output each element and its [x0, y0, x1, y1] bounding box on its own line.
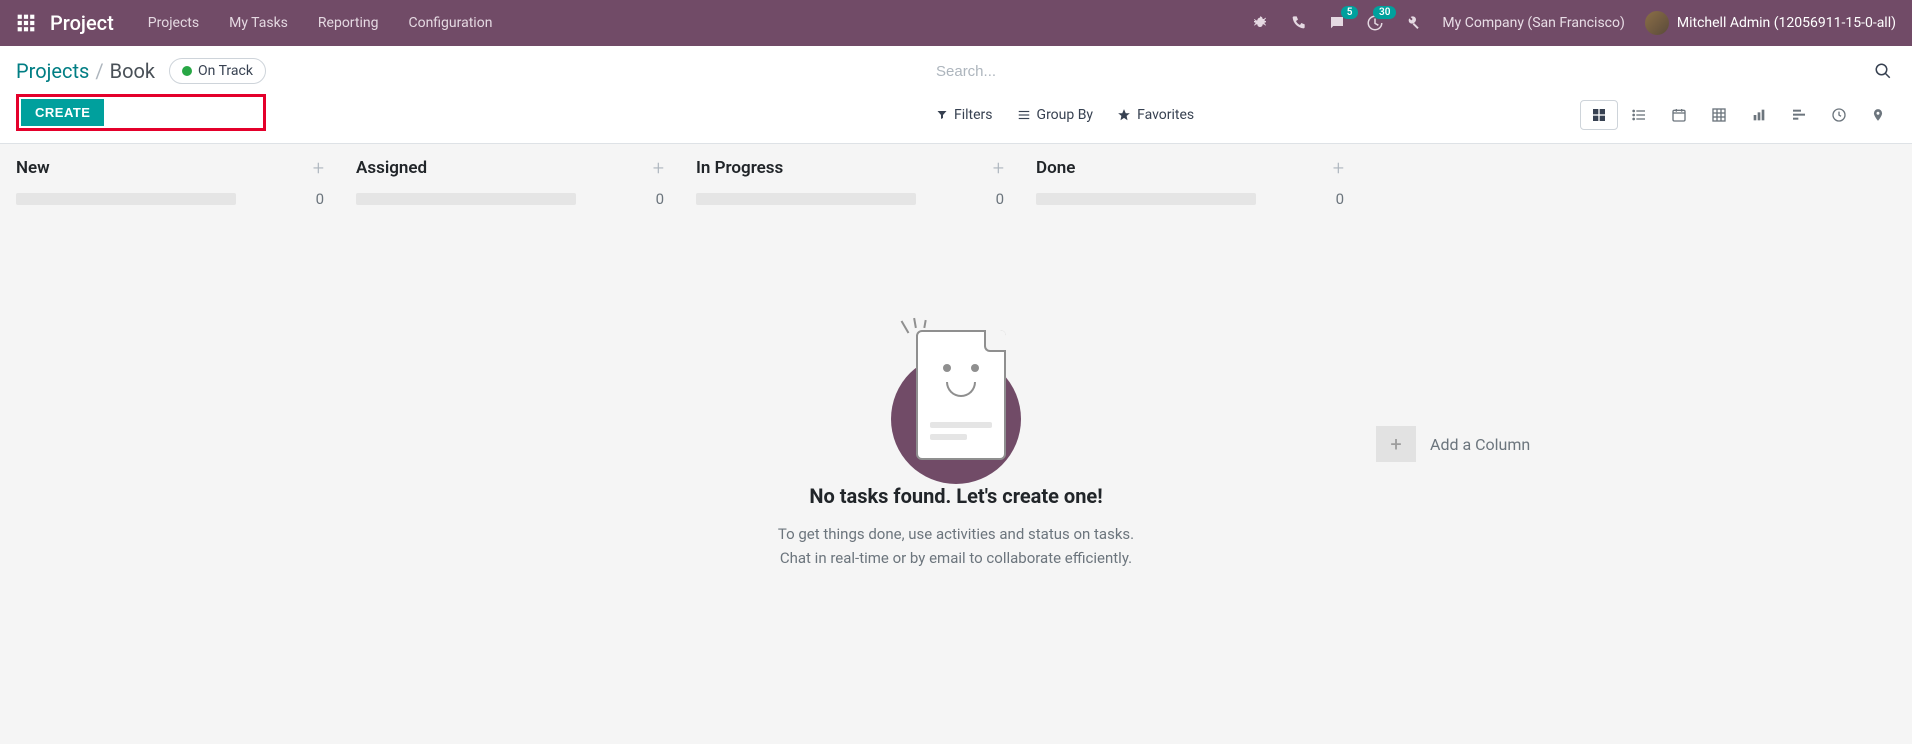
column-add-icon[interactable]: + — [653, 156, 664, 180]
phone-icon[interactable] — [1290, 14, 1308, 32]
messages-icon[interactable]: 5 — [1328, 14, 1346, 32]
create-highlight: CREATE — [16, 94, 266, 131]
column-count: 0 — [656, 190, 664, 208]
search-icon[interactable] — [1870, 58, 1896, 84]
add-column: + Add a Column — [1360, 144, 1546, 744]
empty-desc-2: Chat in real-time or by email to collabo… — [656, 546, 1256, 570]
create-button[interactable]: CREATE — [21, 99, 104, 126]
status-dot-icon — [182, 66, 192, 76]
activities-badge: 30 — [1373, 6, 1396, 19]
company-selector[interactable]: My Company (San Francisco) — [1442, 15, 1624, 31]
breadcrumb-parent[interactable]: Projects — [16, 59, 89, 83]
empty-state: No tasks found. Let's create one! To get… — [656, 324, 1256, 570]
favorites-label: Favorites — [1137, 107, 1194, 123]
map-pin-icon — [1871, 107, 1885, 123]
navbar-right: 5 30 My Company (San Francisco) Mitchell… — [1252, 11, 1896, 35]
nav-item-my-tasks[interactable]: My Tasks — [229, 15, 288, 31]
pivot-icon — [1711, 107, 1727, 123]
column-title[interactable]: New — [16, 158, 50, 178]
nav-item-projects[interactable]: Projects — [148, 15, 199, 31]
add-column-label[interactable]: Add a Column — [1430, 435, 1530, 454]
tools-icon[interactable] — [1404, 14, 1422, 32]
graph-icon — [1751, 107, 1767, 123]
column-progress-bar — [1036, 193, 1256, 205]
view-switcher — [1580, 100, 1896, 130]
calendar-icon — [1671, 107, 1687, 123]
star-icon — [1117, 108, 1131, 122]
column-count: 0 — [996, 190, 1004, 208]
view-activity[interactable] — [1820, 100, 1858, 130]
empty-title: No tasks found. Let's create one! — [656, 484, 1256, 508]
activities-icon[interactable]: 30 — [1366, 14, 1384, 32]
view-list[interactable] — [1620, 100, 1658, 130]
control-panel: Projects / Book On Track CREATE — [0, 46, 1912, 144]
view-gantt[interactable] — [1780, 100, 1818, 130]
bug-icon[interactable] — [1252, 14, 1270, 32]
kanban-board: New + 0 Assigned + 0 In Progress + 0 Don… — [0, 144, 1912, 744]
column-title[interactable]: Assigned — [356, 158, 427, 178]
kanban-column-new: New + 0 — [0, 144, 340, 744]
messages-badge: 5 — [1341, 6, 1359, 19]
column-title[interactable]: In Progress — [696, 158, 783, 178]
view-pivot[interactable] — [1700, 100, 1738, 130]
list-icon — [1017, 108, 1031, 122]
empty-illustration — [886, 324, 1026, 464]
search-input[interactable] — [936, 59, 1870, 84]
avatar — [1645, 11, 1669, 35]
empty-desc-1: To get things done, use activities and s… — [656, 522, 1256, 546]
view-calendar[interactable] — [1660, 100, 1698, 130]
user-menu[interactable]: Mitchell Admin (12056911-15-0-all) — [1645, 11, 1896, 35]
nav-item-reporting[interactable]: Reporting — [318, 15, 379, 31]
gantt-icon — [1791, 107, 1807, 123]
list-view-icon — [1631, 107, 1647, 123]
groupby-button[interactable]: Group By — [1017, 107, 1094, 123]
status-pill[interactable]: On Track — [169, 58, 266, 84]
username: Mitchell Admin (12056911-15-0-all) — [1677, 15, 1896, 31]
breadcrumb: Projects / Book — [16, 59, 155, 83]
breadcrumb-current: Book — [110, 59, 155, 83]
kanban-icon — [1591, 107, 1607, 123]
filters-button[interactable]: Filters — [936, 107, 993, 123]
column-title[interactable]: Done — [1036, 158, 1075, 178]
navbar: Project Projects My Tasks Reporting Conf… — [0, 0, 1912, 46]
nav-menu: Projects My Tasks Reporting Configuratio… — [148, 15, 493, 31]
column-progress-bar — [16, 193, 236, 205]
column-add-icon[interactable]: + — [313, 156, 324, 180]
kanban-column-assigned: Assigned + 0 — [340, 144, 680, 744]
navbar-left: Project Projects My Tasks Reporting Conf… — [16, 11, 492, 35]
groupby-label: Group By — [1037, 107, 1094, 123]
nav-item-configuration[interactable]: Configuration — [408, 15, 492, 31]
status-label: On Track — [198, 63, 253, 79]
add-column-button[interactable]: + — [1376, 426, 1416, 462]
column-add-icon[interactable]: + — [1333, 156, 1344, 180]
filters-label: Filters — [954, 107, 993, 123]
clock-icon — [1831, 107, 1847, 123]
funnel-icon — [936, 109, 948, 121]
favorites-button[interactable]: Favorites — [1117, 107, 1194, 123]
search-row — [936, 58, 1896, 84]
column-progress-bar — [696, 193, 916, 205]
column-add-icon[interactable]: + — [993, 156, 1004, 180]
brand-title[interactable]: Project — [50, 11, 114, 35]
view-map[interactable] — [1860, 100, 1896, 130]
filter-group: Filters Group By Favorites — [936, 107, 1194, 123]
column-progress-bar — [356, 193, 576, 205]
view-graph[interactable] — [1740, 100, 1778, 130]
apps-icon[interactable] — [16, 13, 36, 33]
column-count: 0 — [316, 190, 324, 208]
breadcrumb-separator: / — [95, 59, 103, 83]
view-kanban[interactable] — [1580, 100, 1618, 130]
column-count: 0 — [1336, 190, 1344, 208]
